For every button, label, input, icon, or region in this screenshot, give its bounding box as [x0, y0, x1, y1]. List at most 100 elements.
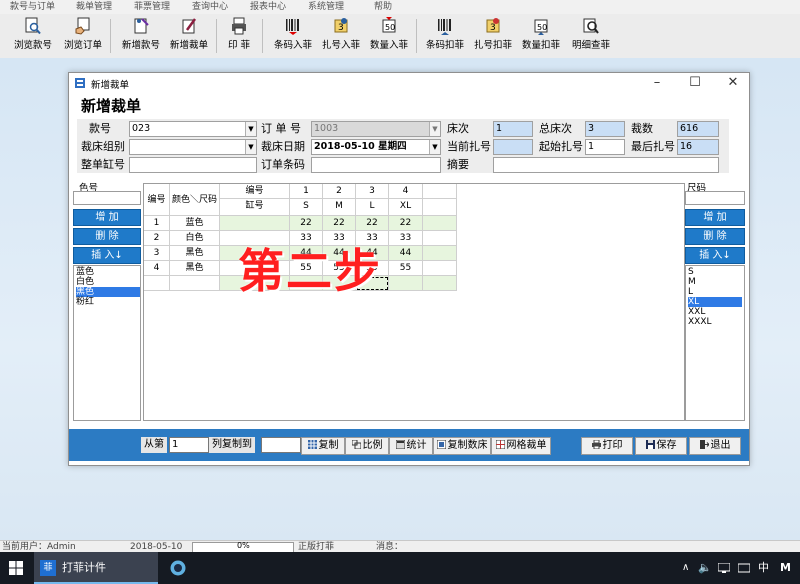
qty-cell[interactable]: 22 [290, 216, 323, 231]
whole-vat-field[interactable] [129, 157, 257, 173]
barcode-in-button[interactable]: 条码入菲 [270, 16, 316, 56]
row-color[interactable]: 黑色 [170, 246, 220, 261]
copy-button[interactable]: 复制 [301, 437, 345, 455]
chevron-down-icon[interactable]: ▼ [245, 122, 256, 136]
menu-ticket-management[interactable]: 菲票管理 [134, 0, 170, 14]
row-color[interactable]: 白色 [170, 231, 220, 246]
list-item[interactable]: S [688, 267, 742, 277]
list-item[interactable]: 白色 [76, 277, 140, 287]
copy-to-field[interactable] [261, 437, 301, 453]
detail-query-button[interactable]: 明细查菲 [566, 16, 616, 56]
size-list[interactable]: S M L XL XXL XXXL [685, 265, 745, 421]
chevron-down-icon[interactable]: ▼ [245, 140, 256, 154]
quantity-in-button[interactable]: 50 数量入菲 [366, 16, 412, 56]
insert-color-button[interactable]: 插 入↓ [73, 247, 141, 264]
current-bundle-field[interactable] [493, 139, 533, 155]
list-item[interactable]: 粉红 [76, 297, 140, 307]
volume-icon[interactable]: 🔈 [698, 552, 712, 584]
network-icon[interactable] [718, 563, 730, 573]
style-no-select[interactable]: 023 ▼ [129, 121, 257, 137]
list-item[interactable]: 蓝色 [76, 267, 140, 277]
ime-indicator[interactable]: 中 [758, 552, 769, 584]
list-item-selected[interactable]: 黑色 [76, 287, 140, 297]
cut-group-select[interactable]: ▼ [129, 139, 257, 155]
total-bed-field[interactable]: 3 [585, 121, 625, 137]
keyboard-icon[interactable] [738, 563, 750, 573]
size-input[interactable] [685, 191, 745, 205]
browse-styles-button[interactable]: 浏览款号 [8, 16, 58, 56]
print-ticket-button[interactable]: 印 菲 [220, 16, 258, 56]
qty-cell[interactable] [423, 216, 457, 231]
row-color[interactable]: 蓝色 [170, 216, 220, 231]
close-button[interactable]: ✕ [723, 75, 743, 90]
cut-count-field[interactable]: 616 [677, 121, 719, 137]
grid-cut-button[interactable]: 网格裁单 [491, 437, 551, 455]
stats-button[interactable]: 统计 [389, 437, 433, 455]
style-no-value: 023 [132, 123, 151, 134]
bed-field[interactable]: 1 [493, 121, 533, 137]
list-item-selected[interactable]: XL [688, 297, 742, 307]
add-size-button[interactable]: 增 加 [685, 209, 745, 226]
add-color-button[interactable]: 增 加 [73, 209, 141, 226]
color-input[interactable] [73, 191, 141, 205]
bundle-in-button[interactable]: 3 扎号入菲 [318, 16, 364, 56]
bundle-out-button[interactable]: 3 扎号扣菲 [470, 16, 516, 56]
qty-cell[interactable] [423, 276, 457, 291]
qty-cell[interactable] [423, 246, 457, 261]
qty-cell[interactable]: 22 [356, 216, 389, 231]
save-button[interactable]: 保存 [635, 437, 687, 455]
menu-styles-orders[interactable]: 款号与订单 [10, 0, 55, 14]
color-list[interactable]: 蓝色 白色 黑色 粉红 [73, 265, 141, 421]
qty-cell[interactable]: 44 [389, 246, 423, 261]
menu-cut-management[interactable]: 裁单管理 [76, 0, 112, 14]
quantity-out-button[interactable]: 50 数量扣菲 [518, 16, 564, 56]
exit-button[interactable]: 退出 [689, 437, 741, 455]
new-cut-order-button[interactable]: 新增裁单 [164, 16, 214, 56]
list-item[interactable]: XXXL [688, 317, 742, 327]
dialog-titlebar[interactable]: 新增裁单 – ☐ ✕ [69, 73, 749, 93]
chevron-down-icon[interactable]: ▼ [429, 140, 440, 154]
qty-cell[interactable]: 33 [389, 231, 423, 246]
row-color[interactable]: 黑色 [170, 261, 220, 276]
windows-start-icon[interactable] [9, 561, 23, 575]
copy-bed-button[interactable]: 复制数床 [433, 437, 491, 455]
summary-field[interactable] [493, 157, 719, 173]
order-no-select[interactable]: 1003 ▼ [311, 121, 441, 137]
qty-cell[interactable]: 55 [389, 261, 423, 276]
new-style-button[interactable]: 新增款号 [116, 16, 166, 56]
qty-cell[interactable]: 22 [323, 216, 356, 231]
maximize-button[interactable]: ☐ [685, 75, 705, 90]
order-barcode-field[interactable] [311, 157, 441, 173]
insert-size-button[interactable]: 插 入↓ [685, 247, 745, 264]
chevron-down-icon[interactable]: ▼ [429, 122, 440, 136]
start-bundle-field[interactable]: 1 [585, 139, 625, 155]
menu-help[interactable]: 帮助 [374, 0, 392, 14]
qty-cell[interactable]: 22 [389, 216, 423, 231]
ime-mode[interactable]: M [780, 552, 791, 584]
menu-report-center[interactable]: 报表中心 [250, 0, 286, 14]
ratio-button[interactable]: 比例 [345, 437, 389, 455]
qty-cell[interactable] [389, 276, 423, 291]
chevron-up-icon[interactable]: ∧ [682, 552, 689, 584]
list-item[interactable]: XXL [688, 307, 742, 317]
row-vat-cell[interactable] [220, 216, 290, 231]
browse-orders-button[interactable]: 浏览订单 [58, 16, 108, 56]
barcode-out-button[interactable]: 条码扣菲 [422, 16, 468, 56]
cut-date-picker[interactable]: 2018-05-10 星期四 ▼ [311, 139, 441, 155]
minimize-button[interactable]: – [647, 75, 667, 90]
list-item[interactable]: M [688, 277, 742, 287]
qty-cell[interactable] [423, 231, 457, 246]
delete-color-button[interactable]: 删 除 [73, 228, 141, 245]
list-item[interactable]: L [688, 287, 742, 297]
last-bundle-field[interactable]: 16 [677, 139, 719, 155]
menu-system[interactable]: 系统管理 [308, 0, 344, 14]
delete-size-button[interactable]: 删 除 [685, 228, 745, 245]
taskbar-app-button[interactable]: 菲 打菲计件 [34, 552, 158, 584]
qty-cell[interactable] [423, 261, 457, 276]
app-shortcut-icon[interactable] [170, 560, 186, 576]
row-color[interactable] [170, 276, 220, 291]
from-column-field[interactable]: 1 [169, 437, 209, 453]
print-button[interactable]: 打印 [581, 437, 633, 455]
menu-query-center[interactable]: 查询中心 [192, 0, 228, 14]
cut-order-grid[interactable]: 编号 颜色＼尺码 编号 1 2 3 4 缸号 S M L XL 1 蓝色 22 … [143, 183, 685, 421]
